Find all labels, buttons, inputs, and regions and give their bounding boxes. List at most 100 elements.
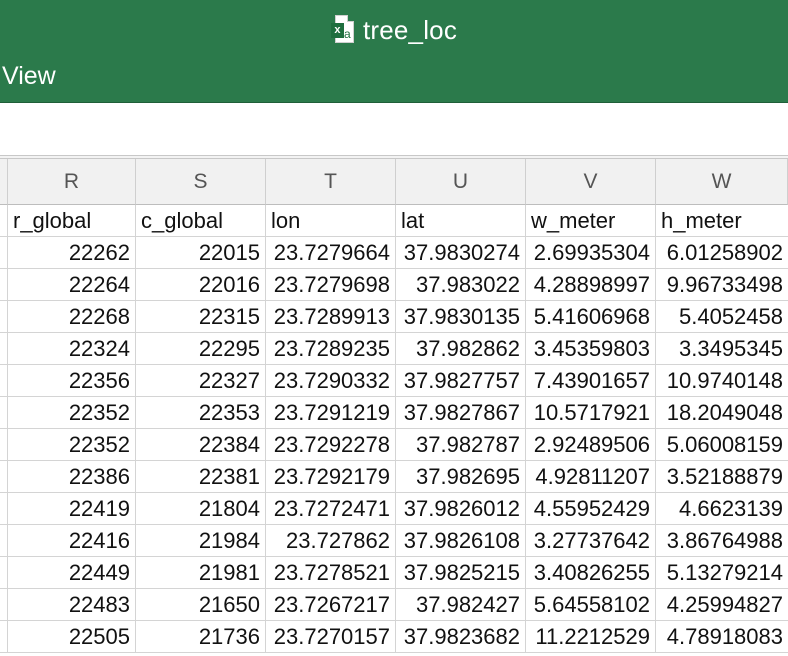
cell-r-global[interactable]: 22268 [8,301,136,333]
cell-w-meter[interactable]: 4.92811207 [526,461,656,493]
cell-lat[interactable]: 37.983022 [396,269,526,301]
cell-lat[interactable]: 37.982787 [396,429,526,461]
row-header[interactable] [0,237,8,269]
cell-r-global[interactable]: 22324 [8,333,136,365]
cell-c-global[interactable]: 22295 [136,333,266,365]
cell-h-meter[interactable]: 6.01258902 [656,237,788,269]
cell-lat[interactable]: 37.9830135 [396,301,526,333]
cell-r-global[interactable]: 22262 [8,237,136,269]
cell-h-meter[interactable]: 3.52188879 [656,461,788,493]
cell-h-meter[interactable]: 4.6623139 [656,493,788,525]
row-header[interactable] [0,397,8,429]
cell-r-global[interactable]: 22416 [8,525,136,557]
cell-r-global[interactable]: 22505 [8,621,136,653]
cell-w-meter[interactable]: 4.28898997 [526,269,656,301]
row-header[interactable] [0,461,8,493]
column-header-v[interactable]: V [526,159,656,205]
cell-c-global[interactable]: 22384 [136,429,266,461]
cell-lon[interactable]: 23.727862 [266,525,396,557]
row-header[interactable] [0,493,8,525]
cell-lon[interactable]: 23.7278521 [266,557,396,589]
cell-lon[interactable]: 23.7267217 [266,589,396,621]
cell-lon[interactable]: 23.7272471 [266,493,396,525]
cell-lat[interactable]: 37.982427 [396,589,526,621]
cell-r-global[interactable]: 22386 [8,461,136,493]
cell-lon[interactable]: 23.7279664 [266,237,396,269]
cell-r-global[interactable]: 22264 [8,269,136,301]
cell-c-global[interactable]: 21650 [136,589,266,621]
tab-view[interactable]: View [2,62,56,91]
cell-lat[interactable]: 37.9826012 [396,493,526,525]
cell-c-global[interactable]: 22315 [136,301,266,333]
cell-lon[interactable]: 23.7289235 [266,333,396,365]
cell-w-meter[interactable]: 5.41606968 [526,301,656,333]
cell-c-global[interactable]: 21736 [136,621,266,653]
cell-c-global[interactable]: 21804 [136,493,266,525]
cell-lon[interactable]: 23.7290332 [266,365,396,397]
cell-lat[interactable]: 37.9825215 [396,557,526,589]
cell-lat[interactable]: 37.9823682 [396,621,526,653]
cell-h-meter[interactable]: 5.06008159 [656,429,788,461]
cell-h-meter[interactable]: 9.96733498 [656,269,788,301]
cell-h-meter[interactable]: 5.4052458 [656,301,788,333]
cell-w-meter[interactable]: 10.5717921 [526,397,656,429]
row-header-corner[interactable] [0,159,8,205]
cell-lon-header[interactable]: lon [266,205,396,237]
cell-h-meter[interactable]: 3.3495345 [656,333,788,365]
cell-r-global[interactable]: 22352 [8,429,136,461]
row-header[interactable] [0,365,8,397]
cell-c-global[interactable]: 22016 [136,269,266,301]
row-header[interactable] [0,429,8,461]
cell-r-global-header[interactable]: r_global [8,205,136,237]
cell-c-global-header[interactable]: c_global [136,205,266,237]
cell-c-global[interactable]: 22015 [136,237,266,269]
column-header-w[interactable]: W [656,159,788,205]
cell-c-global[interactable]: 21981 [136,557,266,589]
row-header[interactable] [0,557,8,589]
cell-lat[interactable]: 37.9827757 [396,365,526,397]
cell-h-meter[interactable]: 10.9740148 [656,365,788,397]
cell-w-meter[interactable]: 3.45359803 [526,333,656,365]
cell-lon[interactable]: 23.7279698 [266,269,396,301]
cell-w-meter[interactable]: 3.27737642 [526,525,656,557]
cell-c-global[interactable]: 21984 [136,525,266,557]
column-header-s[interactable]: S [136,159,266,205]
row-header[interactable] [0,301,8,333]
cell-lon[interactable]: 23.7289913 [266,301,396,333]
cell-lat[interactable]: 37.9826108 [396,525,526,557]
cell-h-meter-header[interactable]: h_meter [656,205,788,237]
column-header-u[interactable]: U [396,159,526,205]
row-header[interactable] [0,525,8,557]
cell-r-global[interactable]: 22352 [8,397,136,429]
cell-h-meter[interactable]: 4.25994827 [656,589,788,621]
cell-w-meter[interactable]: 3.40826255 [526,557,656,589]
cell-lat-header[interactable]: lat [396,205,526,237]
cell-r-global[interactable]: 22419 [8,493,136,525]
cell-lon[interactable]: 23.7291219 [266,397,396,429]
cell-lon[interactable]: 23.7270157 [266,621,396,653]
cell-c-global[interactable]: 22353 [136,397,266,429]
cell-r-global[interactable]: 22356 [8,365,136,397]
cell-c-global[interactable]: 22381 [136,461,266,493]
cell-lon[interactable]: 23.7292278 [266,429,396,461]
cell-h-meter[interactable]: 4.78918083 [656,621,788,653]
cell-h-meter[interactable]: 3.86764988 [656,525,788,557]
cell-r-global[interactable]: 22449 [8,557,136,589]
cell-w-meter[interactable]: 4.55952429 [526,493,656,525]
cell-w-meter[interactable]: 5.64558102 [526,589,656,621]
cell-w-meter-header[interactable]: w_meter [526,205,656,237]
cell-w-meter[interactable]: 2.69935304 [526,237,656,269]
cell-h-meter[interactable]: 18.2049048 [656,397,788,429]
cell-lat[interactable]: 37.982695 [396,461,526,493]
cell-c-global[interactable]: 22327 [136,365,266,397]
row-header[interactable] [0,333,8,365]
column-header-r[interactable]: R [8,159,136,205]
cell-w-meter[interactable]: 7.43901657 [526,365,656,397]
row-header[interactable] [0,621,8,653]
cell-lat[interactable]: 37.9827867 [396,397,526,429]
column-header-t[interactable]: T [266,159,396,205]
row-header[interactable] [0,589,8,621]
cell-w-meter[interactable]: 11.2212529 [526,621,656,653]
cell-lon[interactable]: 23.7292179 [266,461,396,493]
cell-w-meter[interactable]: 2.92489506 [526,429,656,461]
